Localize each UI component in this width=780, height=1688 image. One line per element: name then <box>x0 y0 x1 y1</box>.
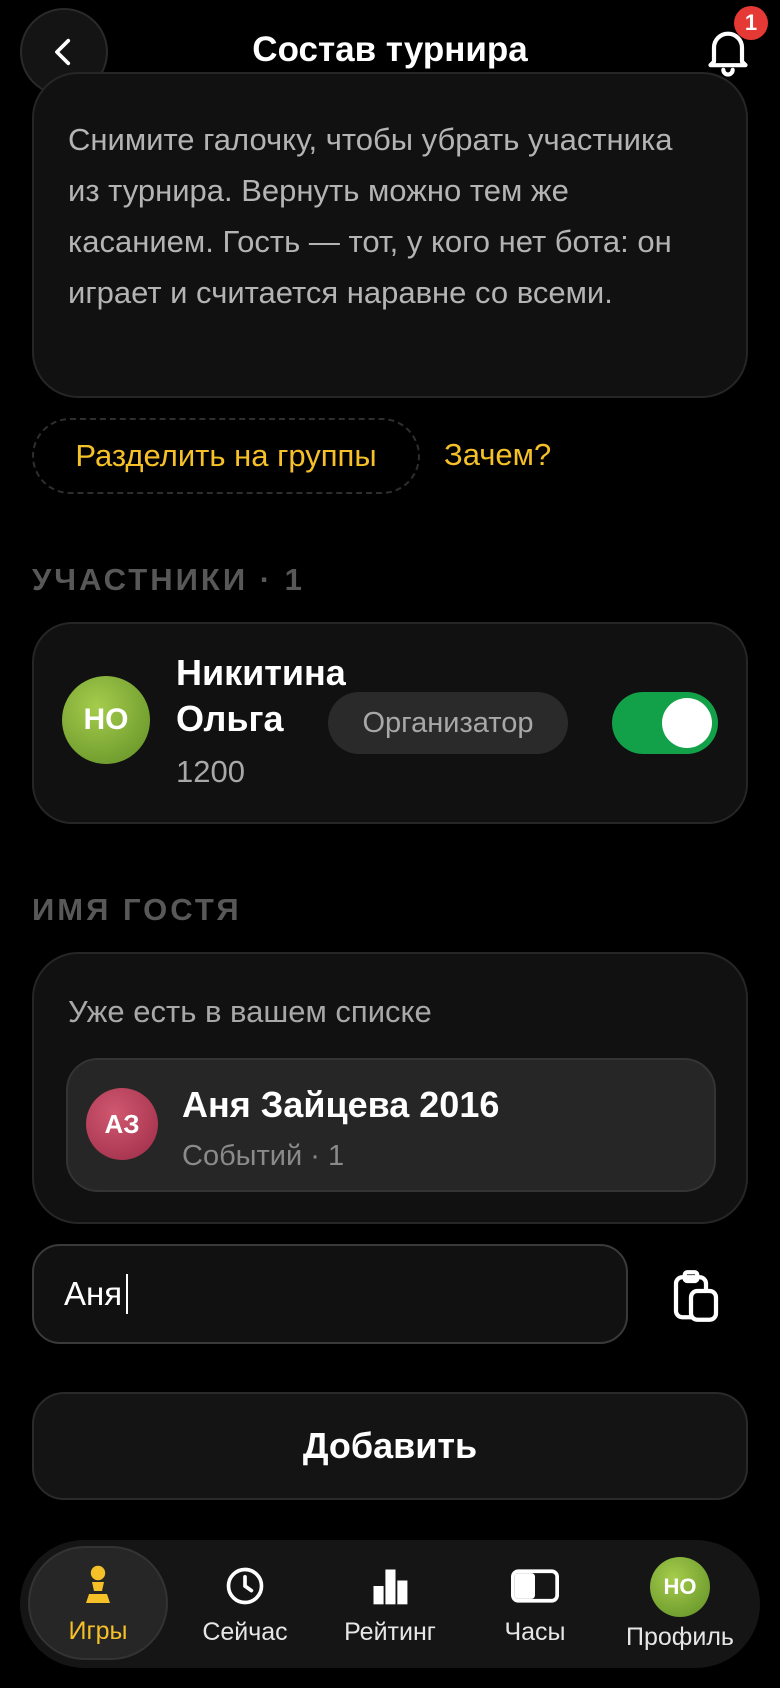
info-text: Снимите галочку, чтобы убрать участника … <box>68 122 673 310</box>
nav-label: Часы <box>504 1617 566 1646</box>
notification-badge: 1 <box>734 6 768 40</box>
bar-chart-icon <box>366 1562 414 1610</box>
paste-button[interactable] <box>666 1266 726 1326</box>
pawn-icon <box>74 1561 122 1609</box>
nav-label: Сейчас <box>202 1617 288 1646</box>
suggestion-name: Аня Зайцева 2016 <box>182 1084 500 1125</box>
nav-label: Рейтинг <box>344 1617 436 1646</box>
suggestions-hint: Уже есть в вашем списке <box>68 994 432 1029</box>
page-title: Состав турнира <box>252 30 528 69</box>
clock-icon <box>221 1562 269 1610</box>
nav-label: Профиль <box>626 1622 734 1651</box>
nav-item-clock[interactable]: Часы <box>465 1540 605 1668</box>
participant-include-toggle[interactable] <box>612 692 718 754</box>
role-badge: Организатор <box>328 692 568 754</box>
bottom-nav: Игры Сейчас Рейтинг Часы НО Профиль <box>20 1540 760 1668</box>
guest-name-input[interactable] <box>32 1244 628 1344</box>
participant-rating: 1200 <box>176 754 245 789</box>
chess-clock-icon <box>511 1562 559 1610</box>
nav-item-games[interactable]: Игры <box>28 1546 168 1660</box>
clipboard-icon <box>673 1270 719 1322</box>
tournament-roster-screen: Состав турнира 1 Снимите галочку, чтобы … <box>0 0 780 1688</box>
avatar: АЗ <box>86 1088 158 1160</box>
nav-item-now[interactable]: Сейчас <box>175 1540 315 1668</box>
nav-label: Игры <box>68 1616 128 1645</box>
guest-suggestions-card: Уже есть в вашем списке АЗ Аня Зайцева 2… <box>32 952 748 1224</box>
add-guest-button[interactable]: Добавить <box>32 1392 748 1500</box>
avatar: НО <box>650 1556 710 1617</box>
nav-item-profile[interactable]: НО Профиль <box>610 1540 750 1668</box>
why-link[interactable]: Зачем? <box>444 437 551 473</box>
suggestion-item[interactable]: АЗ Аня Зайцева 2016 Событий · 1 <box>66 1058 716 1192</box>
info-card: Снимите галочку, чтобы убрать участника … <box>32 72 748 398</box>
suggestion-meta: Событий · 1 <box>182 1140 345 1172</box>
text-caret <box>126 1274 128 1314</box>
participants-section-label: УЧАСТНИКИ · 1 <box>32 562 305 597</box>
participant-card: НО Никитина Ольга 1200 Организатор <box>32 622 748 824</box>
avatar: НО <box>62 676 150 764</box>
toggle-knob <box>662 698 712 748</box>
guest-name-section-label: ИМЯ ГОСТЯ <box>32 892 242 927</box>
nav-item-rating[interactable]: Рейтинг <box>320 1540 460 1668</box>
split-into-groups-button[interactable]: Разделить на группы <box>32 418 420 494</box>
